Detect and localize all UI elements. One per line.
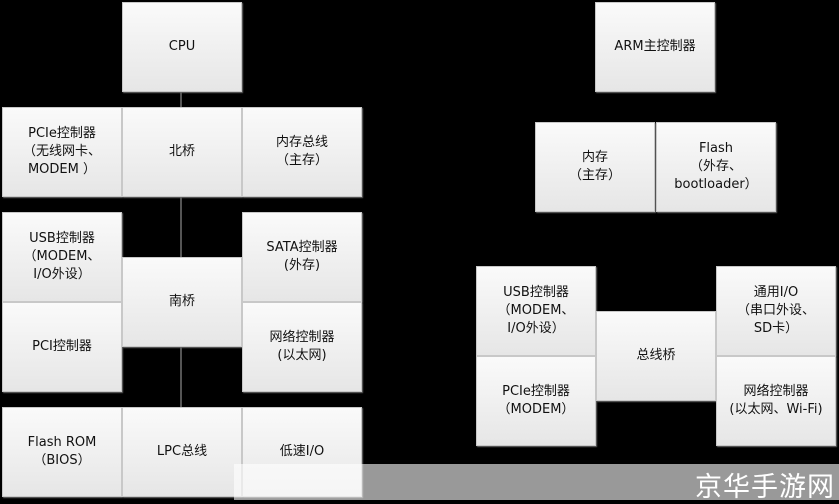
arm-usb-controller-box: USB控制器 （MODEM、 I/O外设） [476, 266, 596, 356]
connector [180, 196, 182, 257]
usb-controller-box: USB控制器 （MODEM、 I/O外设） [2, 212, 122, 302]
flash-rom-box: Flash ROM （BIOS） [2, 407, 122, 497]
watermark-text: 京华手游网 [695, 472, 835, 503]
arm-pcie-controller-box: PCIe控制器 （MODEM） [476, 356, 596, 446]
pcie-controller-box: PCIe控制器 （无线网卡、 MODEM ） [2, 107, 122, 197]
sata-controller-box: SATA控制器 (外存) [242, 212, 362, 302]
connector [180, 91, 182, 107]
arm-network-controller-box: 网络控制器 (以太网、Wi-Fi) [716, 356, 836, 446]
arm-flash-box: Flash （外存、 bootloader） [656, 122, 776, 212]
pci-controller-box: PCI控制器 [2, 302, 122, 392]
arm-memory-box: 内存 （主存） [535, 122, 655, 212]
network-controller-box: 网络控制器 (以太网) [242, 302, 362, 392]
connector [180, 347, 182, 407]
memory-bus-box: 内存总线 （主存） [242, 107, 362, 197]
watermark-band: 京华手游网 [234, 464, 839, 503]
gpio-box: 通用I/O （串口外设、 SD卡） [716, 266, 836, 356]
lpc-bus-box: LPC总线 [122, 407, 242, 497]
cpu-box: CPU [122, 2, 242, 92]
southbridge-box: 南桥 [122, 257, 242, 347]
bus-bridge-box: 总线桥 [596, 311, 716, 401]
northbridge-box: 北桥 [122, 107, 242, 197]
arm-controller-box: ARM主控制器 [595, 2, 715, 92]
